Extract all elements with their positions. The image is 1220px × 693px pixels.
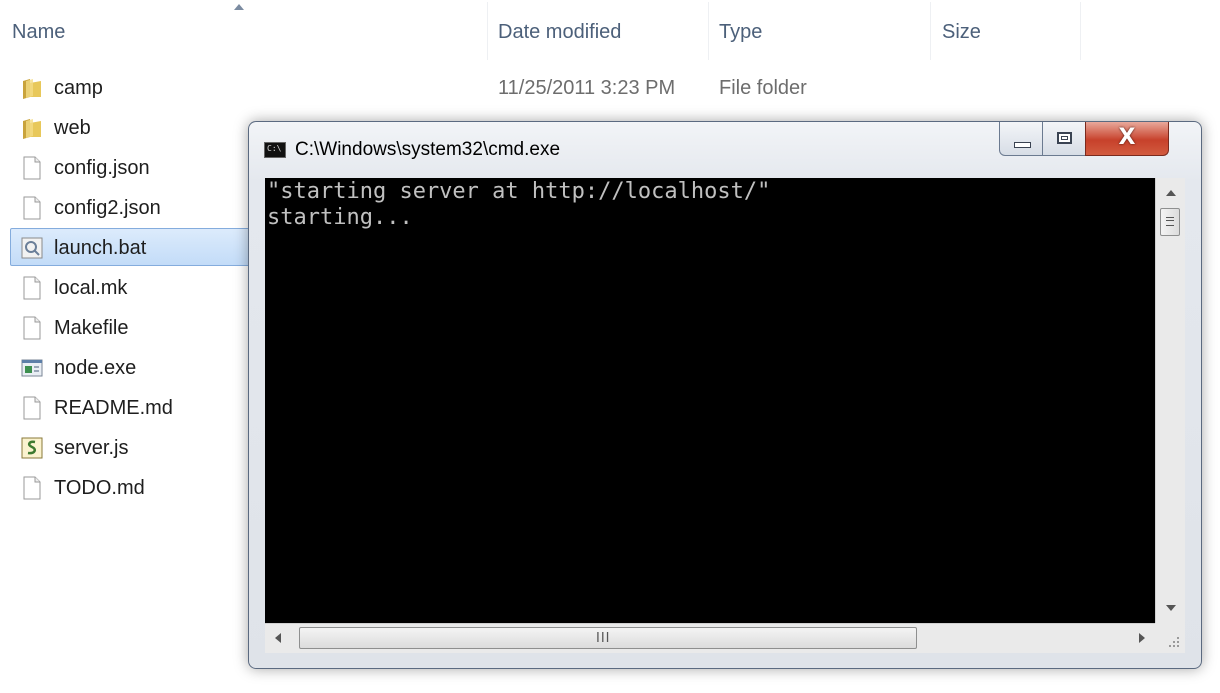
file-icon (23, 196, 41, 220)
vertical-scroll-thumb[interactable] (1160, 208, 1180, 236)
close-button[interactable]: X (1085, 122, 1169, 156)
file-name: camp (54, 77, 103, 99)
file-icon (23, 156, 41, 180)
horizontal-scrollbar[interactable]: III (265, 623, 1155, 653)
file-name: Makefile (54, 317, 129, 339)
resize-grip-icon[interactable] (1155, 623, 1185, 653)
folder-icon (23, 119, 41, 139)
minimize-icon (1014, 142, 1031, 148)
file-date-modified: 11/25/2011 3:23 PM (498, 77, 676, 99)
column-header-date-modified[interactable]: Date modified (498, 20, 621, 44)
console-output[interactable]: "starting server at http://localhost/" s… (265, 178, 1155, 623)
scroll-right-arrow-icon[interactable] (1127, 624, 1155, 653)
file-icon (23, 396, 41, 420)
file-name: node.exe (54, 357, 137, 379)
console-line: starting... (267, 205, 413, 230)
file-name: config.json (54, 157, 150, 179)
close-icon: X (1118, 125, 1136, 150)
list-item[interactable]: camp 11/25/2011 3:23 PM File folder (10, 68, 1200, 106)
file-name: launch.bat (54, 237, 147, 259)
scroll-up-arrow-icon[interactable] (1156, 178, 1185, 206)
maximize-button[interactable] (1042, 122, 1086, 156)
command-prompt-icon[interactable] (264, 142, 286, 158)
maximize-icon (1057, 132, 1072, 144)
file-name: TODO.md (54, 477, 145, 499)
sort-ascending-icon (234, 4, 244, 10)
executable-icon (21, 359, 43, 377)
column-header-type[interactable]: Type (719, 20, 762, 44)
scroll-left-arrow-icon[interactable] (265, 624, 293, 653)
file-name: server.js (54, 437, 129, 459)
horizontal-scroll-thumb[interactable]: III (299, 627, 917, 649)
file-name: web (54, 117, 91, 139)
file-name: config2.json (54, 197, 161, 219)
file-name: README.md (54, 397, 173, 419)
console-line: "starting server at http://localhost/" (267, 179, 771, 204)
file-name: local.mk (54, 277, 128, 299)
column-header-size[interactable]: Size (942, 20, 981, 44)
column-divider[interactable] (1080, 2, 1081, 60)
column-divider[interactable] (930, 2, 931, 60)
scroll-down-arrow-icon[interactable] (1156, 595, 1185, 623)
scroll-grip-icon: III (596, 631, 611, 646)
minimize-button[interactable] (999, 122, 1043, 156)
file-icon (23, 276, 41, 300)
script-file-icon (21, 437, 43, 459)
vertical-scrollbar[interactable] (1155, 178, 1185, 623)
column-header-name[interactable]: Name (12, 20, 65, 44)
column-divider[interactable] (487, 2, 488, 60)
folder-icon (23, 79, 41, 99)
column-divider[interactable] (708, 2, 709, 60)
file-type: File folder (719, 77, 807, 99)
cmd-window[interactable]: C:\Windows\system32\cmd.exe X "starting … (248, 121, 1202, 669)
file-icon (23, 476, 41, 500)
window-title: C:\Windows\system32\cmd.exe (295, 139, 561, 160)
file-icon (23, 316, 41, 340)
column-header-bar: Name Date modified Type Size (0, 0, 1220, 62)
title-bar[interactable]: C:\Windows\system32\cmd.exe X (249, 122, 1201, 178)
batch-file-icon (21, 237, 43, 259)
